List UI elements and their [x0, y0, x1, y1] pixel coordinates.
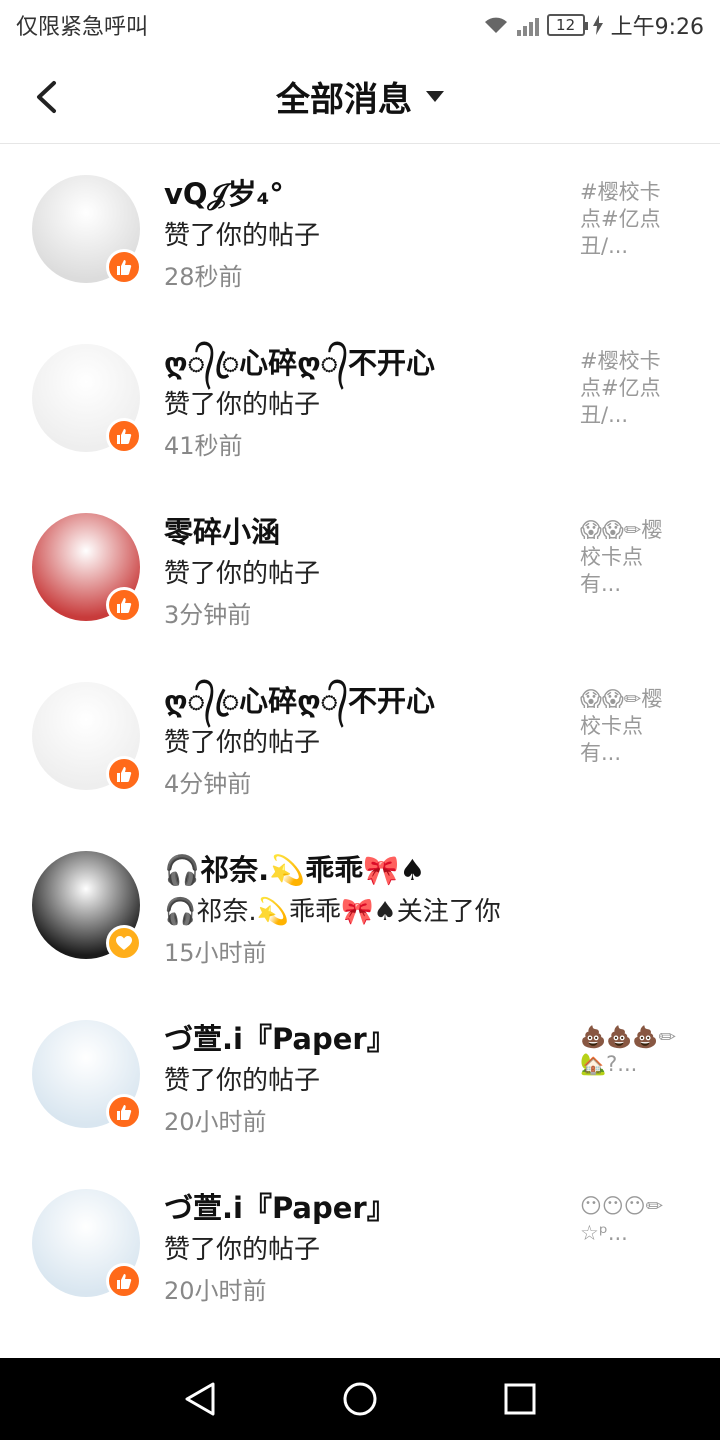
- avatar[interactable]: [32, 175, 142, 285]
- post-preview[interactable]: 😶😶😶✏☆ᵖ...: [580, 1193, 680, 1247]
- message-filter-dropdown[interactable]: 全部消息: [276, 72, 444, 121]
- caret-down-icon: [426, 91, 444, 102]
- battery-icon: 12: [546, 14, 588, 36]
- notification-text: 🎧祁奈.💫乖乖🎀♠关注了你: [164, 897, 501, 927]
- user-name[interactable]: 🎧祁奈.💫乖乖🎀♠: [164, 847, 425, 889]
- wifi-icon: [484, 17, 507, 33]
- notification-badge: [106, 1263, 142, 1299]
- thumbs-up-icon: [117, 767, 132, 782]
- signal-icon: [516, 14, 539, 36]
- avatar[interactable]: [32, 682, 142, 792]
- avatar[interactable]: [32, 1189, 142, 1299]
- avatar[interactable]: [32, 851, 142, 961]
- clock: 上午9:26: [610, 15, 704, 40]
- notification-badge: [106, 1094, 142, 1130]
- notification-badge: [106, 587, 142, 623]
- page-title: 全部消息: [276, 80, 412, 120]
- timestamp: 20小时前: [164, 1108, 267, 1136]
- notification-badge: [106, 756, 142, 792]
- thumbs-up-icon: [117, 260, 132, 275]
- carrier-text: 仅限紧急呼叫: [16, 15, 149, 40]
- back-arrow-icon: [37, 81, 56, 113]
- thumbs-up-icon: [117, 1274, 132, 1289]
- status-icons: 12 上午9:26: [483, 9, 704, 41]
- avatar[interactable]: [32, 344, 142, 454]
- thumbs-up-icon: [117, 429, 132, 444]
- notification-text: 赞了你的帖子: [164, 390, 321, 420]
- timestamp: 41秒前: [164, 432, 243, 460]
- triangle-back-icon: [185, 1382, 215, 1416]
- post-preview[interactable]: #樱校卡点#亿点丑/...: [580, 348, 680, 429]
- message-item[interactable]: ღ᭄ꦿ心碎ღ᭄不开心 赞了你的帖子 41秒前 #樱校卡点#亿点丑/...: [0, 314, 720, 483]
- message-item[interactable]: づ萱.i『Paper』赞了你的帖子 20小时前 😶😶😶✏☆ᵖ...: [0, 1159, 720, 1328]
- system-nav-bar: [0, 1358, 720, 1440]
- timestamp: 20小时前: [164, 1277, 267, 1305]
- post-preview[interactable]: 💩💩💩✏🏡?...: [580, 1024, 680, 1078]
- notification-badge: [106, 925, 142, 961]
- message-item[interactable]: 零碎小涵赞了你的帖子 3分钟前 😱😱✏樱校卡点有...: [0, 483, 720, 652]
- post-preview[interactable]: #樱校卡点#亿点丑/...: [580, 179, 680, 260]
- user-name[interactable]: づ萱.i『Paper』: [164, 1185, 396, 1227]
- nav-recents-button[interactable]: [490, 1369, 550, 1429]
- message-list: vQ𝒥岁₄° 赞了你的帖子 28秒前 #樱校卡点#亿点丑/... ღ᭄ꦿ心碎ღ᭄不开心赞…: [0, 145, 720, 1328]
- message-item[interactable]: ღ᭄ꦿ心碎ღ᭄不开心 赞了你的帖子 4分钟前 😱😱✏樱校卡点有...: [0, 652, 720, 821]
- notification-text: 赞了你的帖子: [164, 559, 321, 589]
- user-name[interactable]: づ萱.i『Paper』: [164, 1016, 396, 1058]
- nav-back-button[interactable]: [170, 1369, 230, 1429]
- charging-icon: [592, 15, 603, 35]
- post-preview[interactable]: 😱😱✏樱校卡点有...: [580, 517, 680, 598]
- timestamp: 3分钟前: [164, 601, 252, 629]
- thumbs-up-icon: [117, 598, 132, 613]
- timestamp: 4分钟前: [164, 770, 252, 798]
- nav-home-button[interactable]: [330, 1369, 390, 1429]
- user-name[interactable]: 零碎小涵: [164, 509, 280, 551]
- avatar[interactable]: [32, 1020, 142, 1130]
- thumbs-up-icon: [117, 1105, 132, 1120]
- post-preview[interactable]: 😱😱✏樱校卡点有...: [580, 686, 680, 767]
- avatar[interactable]: [32, 513, 142, 623]
- heart-icon: [116, 936, 132, 950]
- user-name[interactable]: vQ𝒥岁₄°: [164, 171, 284, 213]
- notification-text: 赞了你的帖子: [164, 221, 321, 251]
- header: 全部消息: [0, 50, 720, 144]
- notification-text: 赞了你的帖子: [164, 728, 321, 758]
- message-item[interactable]: 🎧祁奈.💫乖乖🎀♠ 🎧祁奈.💫乖乖🎀♠关注了你 15小时前: [0, 821, 720, 990]
- back-button[interactable]: [20, 74, 72, 120]
- status-bar: 仅限紧急呼叫 12 上午9:26: [0, 0, 720, 50]
- notification-text: 赞了你的帖子: [164, 1066, 321, 1096]
- message-item[interactable]: vQ𝒥岁₄° 赞了你的帖子 28秒前 #樱校卡点#亿点丑/...: [0, 145, 720, 314]
- square-recents-icon: [504, 1383, 536, 1415]
- notification-badge: [106, 249, 142, 285]
- notification-text: 赞了你的帖子: [164, 1235, 321, 1265]
- message-item[interactable]: づ萱.i『Paper』赞了你的帖子 20小时前 💩💩💩✏🏡?...: [0, 990, 720, 1159]
- timestamp: 15小时前: [164, 939, 267, 967]
- timestamp: 28秒前: [164, 263, 243, 291]
- circle-home-icon: [343, 1382, 377, 1416]
- notification-badge: [106, 418, 142, 454]
